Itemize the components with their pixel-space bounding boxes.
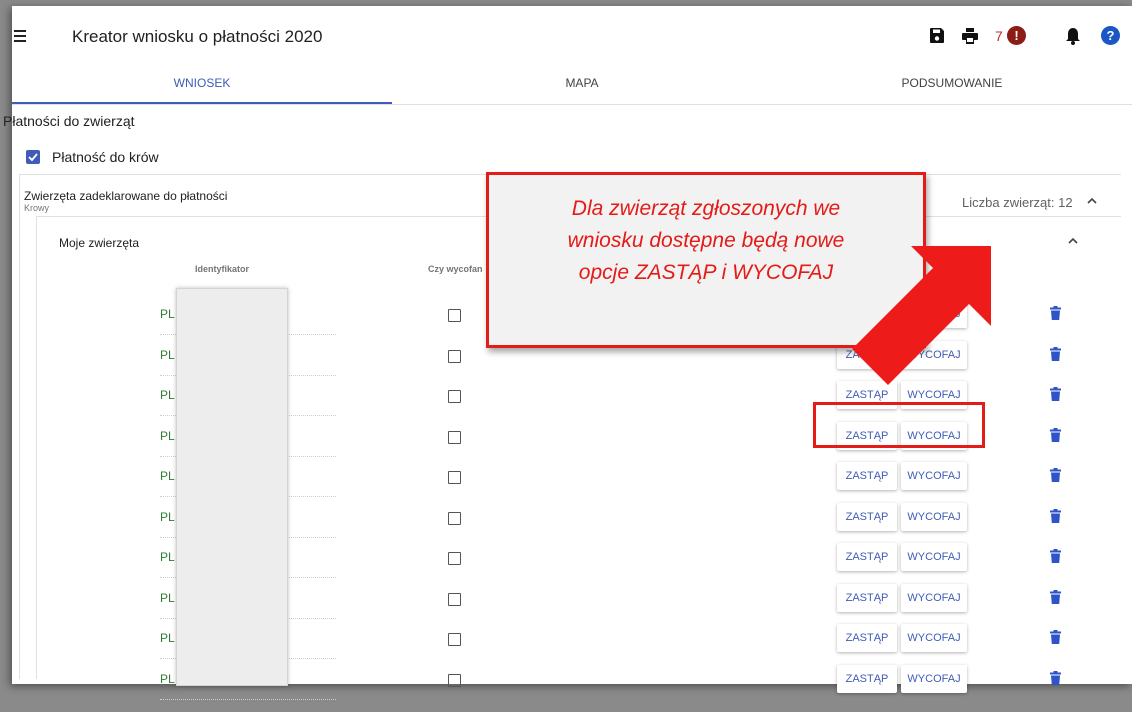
withdraw-button[interactable]: WYCOFAJ bbox=[901, 624, 967, 652]
animal-id: PL bbox=[160, 671, 175, 686]
annotation-callout: Dla zwierząt zgłoszonych we wniosku dost… bbox=[486, 172, 926, 348]
callout-line: wniosku dostępne będą nowe bbox=[567, 229, 845, 252]
error-count: 7 bbox=[995, 28, 1003, 44]
withdrawn-checkbox[interactable] bbox=[448, 349, 461, 363]
trash-icon[interactable] bbox=[1050, 427, 1061, 442]
withdrawn-checkbox[interactable] bbox=[448, 471, 461, 484]
withdraw-button[interactable]: WYCOFAJ bbox=[901, 502, 967, 531]
cow-payment-label: Płatność do krów bbox=[52, 149, 159, 165]
replace-button[interactable]: ZASTĄP bbox=[837, 543, 897, 571]
tab-bar: WNIOSEK MAPA PODSUMOWANIE bbox=[12, 70, 1132, 105]
replace-button[interactable]: ZASTĄP bbox=[837, 502, 897, 531]
replace-button[interactable]: ZASTĄP bbox=[837, 583, 897, 612]
withdrawn-checkbox[interactable] bbox=[448, 511, 461, 525]
error-icon[interactable]: ! bbox=[1007, 26, 1026, 45]
withdraw-button[interactable]: WYCOFAJ bbox=[901, 462, 967, 490]
replace-button[interactable]: ZASTĄP bbox=[837, 624, 897, 652]
animal-id: PL bbox=[160, 388, 175, 402]
app-title: Kreator wniosku o płatności 2020 bbox=[72, 27, 323, 46]
trash-icon[interactable] bbox=[1050, 306, 1061, 320]
callout-line: opcje ZASTĄP i WYCOFAJ bbox=[578, 261, 834, 284]
animal-id: PL bbox=[160, 509, 175, 524]
my-animals-title: Moje zwierzęta bbox=[59, 236, 140, 250]
redaction-mask bbox=[176, 288, 288, 686]
withdrawn-checkbox[interactable] bbox=[448, 673, 461, 687]
animal-id: PL bbox=[160, 631, 175, 645]
withdrawn-checkbox[interactable] bbox=[448, 592, 461, 606]
callout-line: Dla zwierząt zgłoszonych we bbox=[571, 197, 841, 220]
withdrawn-checkbox[interactable] bbox=[448, 309, 461, 322]
bell-icon[interactable] bbox=[1065, 27, 1081, 45]
withdraw-button[interactable]: WYCOFAJ bbox=[901, 664, 967, 693]
animal-id: PL bbox=[160, 469, 175, 483]
replace-button[interactable]: ZASTĄP bbox=[837, 462, 897, 490]
withdrawn-checkbox[interactable] bbox=[448, 430, 461, 444]
cow-payment-checkbox[interactable] bbox=[26, 150, 40, 164]
trash-icon[interactable] bbox=[1050, 508, 1061, 523]
trash-icon[interactable] bbox=[1050, 670, 1061, 685]
animal-id: PL bbox=[160, 307, 175, 321]
section-title: Płatności do zwierząt bbox=[3, 113, 135, 129]
animal-count: Liczba zwierząt: 12 bbox=[962, 195, 1073, 210]
withdrawn-checkbox[interactable] bbox=[448, 390, 461, 403]
animal-id: PL bbox=[160, 590, 175, 605]
withdrawn-checkbox[interactable] bbox=[448, 633, 461, 646]
trash-icon[interactable] bbox=[1050, 468, 1061, 482]
animal-id: PL bbox=[160, 347, 175, 362]
top-bar: Kreator wniosku o płatności 2020 7 ! ? bbox=[12, 6, 1132, 70]
column-header-identyfikator: Identyfikator bbox=[195, 264, 250, 274]
menu-icon[interactable] bbox=[14, 30, 26, 42]
withdraw-button[interactable]: WYCOFAJ bbox=[901, 583, 967, 612]
save-icon[interactable] bbox=[930, 28, 944, 43]
check-icon bbox=[28, 153, 38, 162]
animal-id: PL bbox=[160, 428, 175, 443]
trash-icon[interactable] bbox=[1050, 346, 1061, 361]
tab-mapa[interactable]: MAPA bbox=[392, 70, 772, 102]
tab-wniosek[interactable]: WNIOSEK bbox=[12, 70, 392, 104]
trash-icon[interactable] bbox=[1050, 387, 1061, 401]
tab-podsumowanie[interactable]: PODSUMOWANIE bbox=[772, 70, 1132, 102]
chevron-up-icon[interactable] bbox=[1068, 238, 1078, 244]
trash-icon[interactable] bbox=[1050, 589, 1061, 604]
column-header-wycofane: Czy wycofan bbox=[428, 264, 483, 274]
withdrawn-checkbox[interactable] bbox=[448, 552, 461, 565]
panel-title: Zwierzęta zadeklarowane do płatności bbox=[24, 189, 228, 203]
replace-button[interactable]: ZASTĄP bbox=[837, 664, 897, 693]
print-icon[interactable] bbox=[962, 28, 978, 44]
chevron-up-icon[interactable] bbox=[1087, 198, 1097, 204]
animal-id: PL bbox=[160, 550, 175, 564]
help-icon[interactable]: ? bbox=[1101, 26, 1120, 45]
trash-icon[interactable] bbox=[1050, 630, 1061, 644]
annotation-highlight-box bbox=[813, 402, 985, 448]
withdraw-button[interactable]: WYCOFAJ bbox=[901, 543, 967, 571]
row-divider bbox=[160, 698, 336, 700]
panel-subtitle: Krowy bbox=[24, 203, 50, 213]
trash-icon[interactable] bbox=[1050, 549, 1061, 563]
